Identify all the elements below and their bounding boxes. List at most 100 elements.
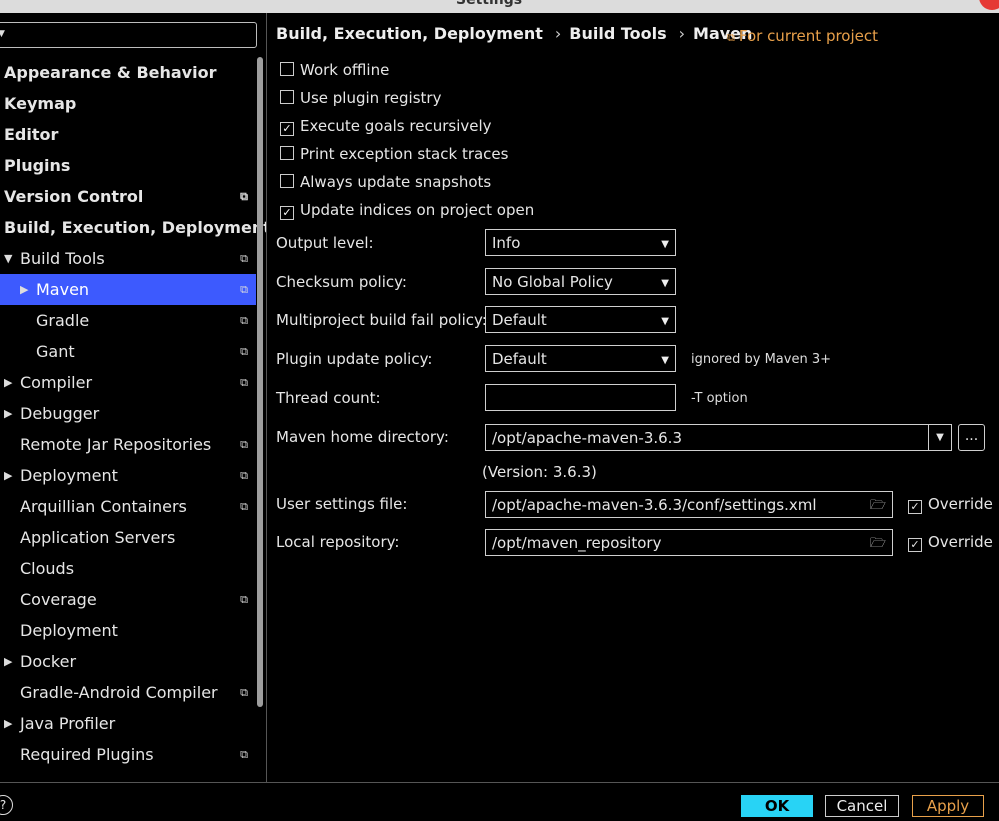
sidebar-item[interactable]: ▼ Build Tools ⧉ <box>0 243 256 274</box>
close-button[interactable] <box>979 0 999 10</box>
sidebar-item-label: Coverage <box>20 590 97 609</box>
checkbox-label: Work offline <box>300 61 390 79</box>
help-icon[interactable]: ? <box>0 795 13 815</box>
collapsed-arrow-icon[interactable]: ▶ <box>4 460 12 491</box>
ok-button[interactable]: OK <box>741 795 813 817</box>
sidebar-item[interactable]: Keymap <box>0 88 256 119</box>
project-scope-icon: ⧉ <box>240 314 248 327</box>
breadcrumb-build-tools[interactable]: Build Tools <box>569 24 666 43</box>
sidebar-item[interactable]: Version Control ⧉ <box>0 181 256 212</box>
sidebar-item[interactable]: Arquillian Containers ⧉ <box>0 491 256 522</box>
breadcrumb: Build, Execution, Deployment › Build Tools… <box>276 24 756 43</box>
local-repo-value: /opt/maven_repository <box>492 534 662 552</box>
output-level-select[interactable]: Info ▼ <box>485 229 676 256</box>
override-label: Override <box>928 533 993 551</box>
project-scope-icon: ⧉ <box>240 283 248 296</box>
sidebar-item[interactable]: Coverage ⧉ <box>0 584 256 615</box>
sidebar-item[interactable]: Deployment <box>0 615 256 646</box>
project-scope-icon: ⧉ <box>240 376 248 389</box>
project-scope-icon: ⧉ <box>240 748 248 761</box>
sidebar-item[interactable]: Gradle-Android Compiler ⧉ <box>0 677 256 708</box>
sidebar-item-label: Gant <box>36 342 75 361</box>
checked-icon: ✓ <box>280 206 294 220</box>
settings-search-input[interactable]: ▼ <box>0 22 257 48</box>
collapsed-arrow-icon[interactable]: ▶ <box>20 274 28 305</box>
thread-count-hint: -T option <box>691 391 748 406</box>
sidebar-item[interactable]: Plugins <box>0 150 256 181</box>
sidebar-item-label: Arquillian Containers <box>20 497 187 516</box>
maven-home-combo[interactable]: /opt/apache-maven-3.6.3 ▼ <box>485 424 952 451</box>
cancel-button[interactable]: Cancel <box>825 795 899 817</box>
sidebar-item-label: Build, Execution, Deployment <box>4 218 267 237</box>
expanded-arrow-icon[interactable]: ▼ <box>4 243 12 274</box>
sidebar-item-label: Plugins <box>4 156 71 175</box>
collapsed-arrow-icon[interactable]: ▶ <box>4 646 12 677</box>
plugin-update-hint: ignored by Maven 3+ <box>691 352 831 367</box>
multiproject-fail-value: Default <box>492 311 547 329</box>
option-checkbox[interactable]: Print exception stack traces <box>280 144 508 164</box>
chevron-down-icon[interactable]: ▼ <box>928 425 951 450</box>
breadcrumb-separator: › <box>554 24 562 43</box>
maven-version-label: (Version: 3.6.3) <box>482 463 597 481</box>
sidebar-item[interactable]: ▶ Maven ⧉ <box>0 274 256 305</box>
collapsed-arrow-icon[interactable]: ▶ <box>4 367 12 398</box>
checkbox-label: Print exception stack traces <box>300 145 509 163</box>
sidebar-item-label: Editor <box>4 125 59 144</box>
sidebar-item[interactable]: Gradle ⧉ <box>0 305 256 336</box>
chevron-down-icon: ▼ <box>661 316 669 327</box>
collapsed-arrow-icon[interactable]: ▶ <box>4 398 12 429</box>
thread-count-input[interactable] <box>485 384 676 411</box>
search-options-icon[interactable]: ▼ <box>0 29 5 39</box>
maven-home-label: Maven home directory: <box>276 428 449 446</box>
sidebar-item-label: Debugger <box>20 404 100 423</box>
sidebar-scrollbar[interactable] <box>257 57 263 707</box>
local-repo-override-checkbox[interactable]: ✓ Override <box>908 533 993 552</box>
browse-button[interactable]: ... <box>958 424 985 451</box>
chevron-down-icon: ▼ <box>661 355 669 366</box>
sidebar-item[interactable]: ▶ Java Profiler <box>0 708 256 739</box>
sidebar-item[interactable]: Clouds <box>0 553 256 584</box>
folder-icon[interactable]: 🗁 <box>870 534 886 556</box>
local-repo-label: Local repository: <box>276 533 400 551</box>
checksum-policy-select[interactable]: No Global Policy ▼ <box>485 268 676 295</box>
sidebar-item[interactable]: ▶ Docker <box>0 646 256 677</box>
project-scope-icon: ⧉ <box>240 438 248 451</box>
sidebar-item[interactable]: ▶ Compiler ⧉ <box>0 367 256 398</box>
option-checkbox[interactable]: Always update snapshots <box>280 172 491 192</box>
sidebar-item[interactable]: ▶ Deployment ⧉ <box>0 460 256 491</box>
sidebar-item-label: Application Servers <box>20 528 176 547</box>
collapsed-arrow-icon[interactable]: ▶ <box>4 708 12 739</box>
output-level-value: Info <box>492 234 521 252</box>
sidebar-item[interactable]: Application Servers <box>0 522 256 553</box>
option-checkbox[interactable]: Work offline <box>280 60 389 80</box>
project-scope-icon: ⧉ <box>240 345 248 358</box>
sidebar-item[interactable]: Appearance & Behavior <box>0 57 256 88</box>
user-settings-field[interactable]: /opt/apache-maven-3.6.3/conf/settings.xm… <box>485 491 893 518</box>
folder-icon[interactable]: 🗁 <box>870 496 886 518</box>
option-checkbox[interactable]: ✓ Execute goals recursively <box>280 116 492 136</box>
plugin-update-select[interactable]: Default ▼ <box>485 345 676 372</box>
sidebar-item[interactable]: Build, Execution, Deployment <box>0 212 266 243</box>
breadcrumb-build-execution[interactable]: Build, Execution, Deployment <box>276 24 543 43</box>
unchecked-icon <box>280 90 294 104</box>
user-settings-override-checkbox[interactable]: ✓ Override <box>908 495 993 514</box>
sidebar-item-label: Build Tools <box>20 249 105 268</box>
option-checkbox[interactable]: Use plugin registry <box>280 88 441 108</box>
scope-label: For current project <box>738 27 879 45</box>
unchecked-icon <box>280 62 294 76</box>
sidebar-item-label: Gradle-Android Compiler <box>20 683 218 702</box>
multiproject-fail-select[interactable]: Default ▼ <box>485 306 676 333</box>
checksum-policy-label: Checksum policy: <box>276 273 407 291</box>
local-repo-field[interactable]: /opt/maven_repository 🗁 <box>485 529 893 556</box>
sidebar-item[interactable]: Required Plugins ⧉ <box>0 739 256 770</box>
sidebar-item[interactable]: Editor <box>0 119 256 150</box>
settings-tree: Appearance & Behavior Keymap Editor Plugins… <box>0 57 266 770</box>
apply-button[interactable]: Apply <box>912 795 984 817</box>
sidebar-item[interactable]: Remote Jar Repositories ⧉ <box>0 429 256 460</box>
unchecked-icon <box>280 174 294 188</box>
dialog-footer: ? OK Cancel Apply <box>0 782 999 821</box>
option-checkbox[interactable]: ✓ Update indices on project open <box>280 200 534 220</box>
sidebar-item[interactable]: Gant ⧉ <box>0 336 256 367</box>
unchecked-icon <box>280 146 294 160</box>
sidebar-item[interactable]: ▶ Debugger <box>0 398 256 429</box>
